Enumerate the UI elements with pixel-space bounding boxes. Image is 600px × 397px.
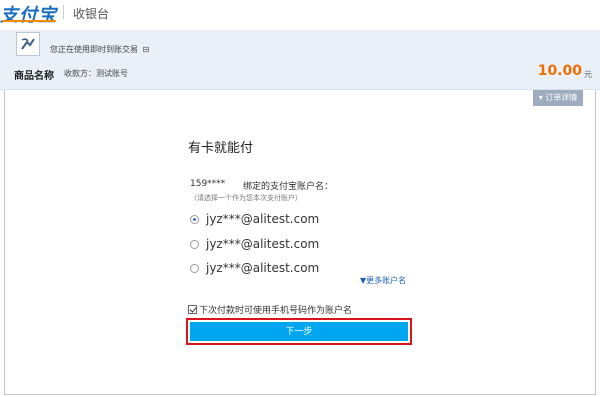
cashier-title: 收银台 [73,7,110,21]
use-phone-as-account-option[interactable]: 下次付款时可使用手机号码作为账户名 [188,303,352,316]
account-option-label[interactable]: jyz***@alitest.com [206,212,319,226]
account-radio[interactable] [190,263,199,273]
account-select-hint: （请选择一个作为您本次支付账户） [190,194,302,202]
account-option[interactable]: jyz***@alitest.com [190,259,319,277]
account-radio[interactable] [190,239,199,249]
use-phone-checkbox[interactable] [188,305,197,314]
top-bar: 支付宝 收银台 [0,0,600,26]
product-name-label: 商品名称 [14,71,54,82]
account-option-label[interactable]: jyz***@alitest.com [206,261,319,275]
next-button-highlight: 下一步 [186,318,412,345]
notice-text: 您正在使用即时到账交易 [50,45,138,54]
exit-icon[interactable]: ⊟ [143,45,150,54]
transaction-notice: 您正在使用即时到账交易 ⊟ [50,44,149,55]
more-accounts-link[interactable]: ▼更多账户名 [360,275,406,286]
header-divider [63,5,64,19]
use-phone-checkbox-label[interactable]: 下次付款时可使用手机号码作为账户名 [199,303,352,316]
bound-account-label: 绑定的支付宝账户名： [243,182,334,192]
avatar [16,32,40,56]
next-step-button[interactable]: 下一步 [190,322,408,341]
more-accounts-label[interactable]: 更多账户名 [366,276,406,285]
user-avatar-icon [21,38,35,50]
account-option-label[interactable]: jyz***@alitest.com [206,237,319,251]
account-radio[interactable] [190,214,199,224]
payee-text: 收款方：测试账号 [64,69,128,78]
order-summary-band: 您正在使用即时到账交易 ⊟ 商品名称 收款方：测试账号 10.00 元 [0,30,600,90]
currency-unit: 元 [584,70,592,79]
order-detail-button[interactable]: ▾ 订单详情 [533,90,583,106]
account-option[interactable]: jyz***@alitest.com [190,210,319,228]
logo-underline [2,20,56,22]
page-title: 有卡就能付 [188,141,254,156]
order-amount: 10.00 [537,63,582,79]
phone-number: 159**** [190,179,226,189]
order-detail-label: 订单详情 [545,93,578,102]
account-option[interactable]: jyz***@alitest.com [190,235,319,253]
